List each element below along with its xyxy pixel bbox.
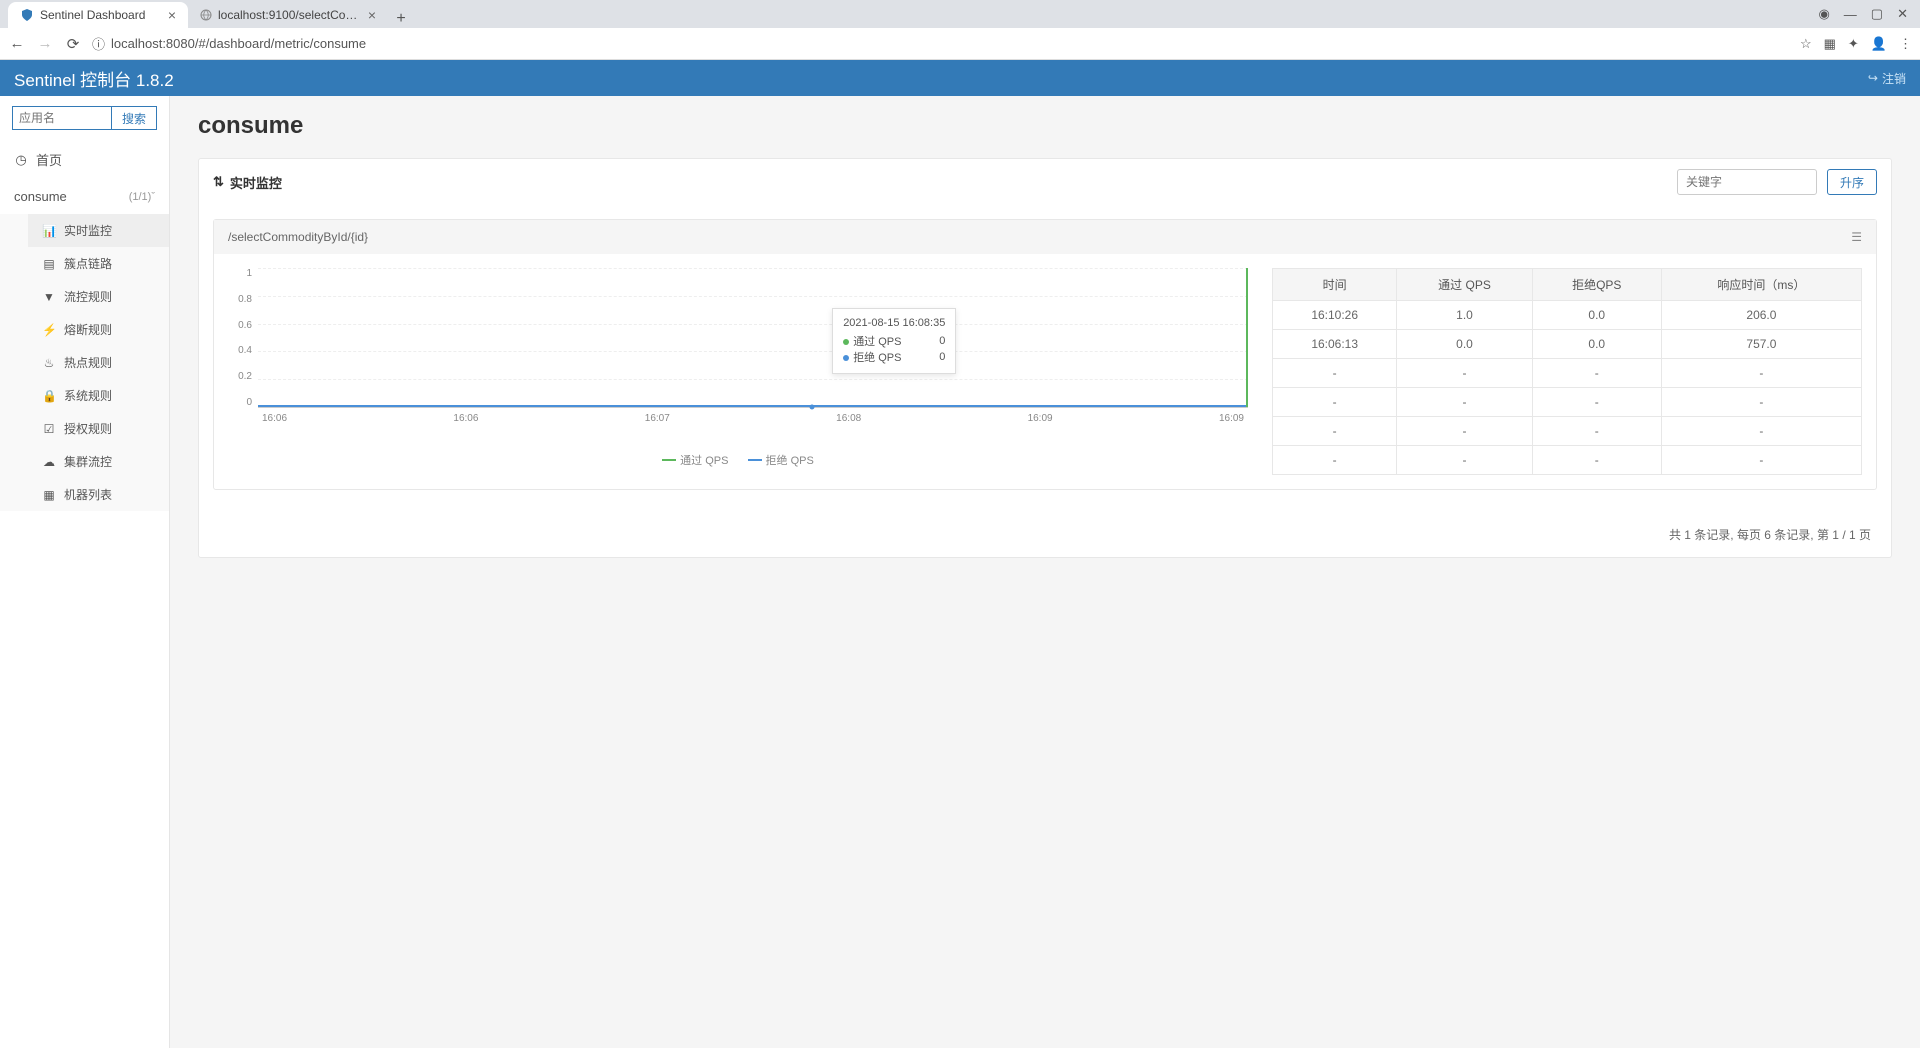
filter-icon: ▼ — [42, 290, 56, 304]
list-icon: ▤ — [42, 257, 56, 271]
check-icon: ☑ — [42, 422, 56, 436]
forward-button[interactable]: → — [36, 35, 54, 52]
sidebar-item-chart[interactable]: 📊实时监控 — [28, 214, 169, 247]
sidebar-item-list[interactable]: ▤簇点链路 — [28, 247, 169, 280]
url-field[interactable]: ⓘ localhost:8080/#/dashboard/metric/cons… — [92, 34, 1790, 53]
keyword-input[interactable] — [1677, 169, 1817, 195]
search-button[interactable]: 搜索 — [112, 106, 157, 130]
logout-icon: ↪ — [1868, 71, 1878, 85]
browser-tab-0[interactable]: Sentinel Dashboard × — [8, 2, 188, 28]
table-row: 16:10:261.00.0206.0 — [1273, 301, 1862, 330]
close-icon[interactable]: × — [368, 7, 376, 23]
block-qps-line — [258, 405, 1248, 407]
extension-icon[interactable]: ▦ — [1824, 36, 1836, 52]
shield-icon — [20, 8, 34, 22]
pagination-info: 共 1 条记录, 每页 6 条记录, 第 1 / 1 页 — [213, 526, 1877, 543]
menu-icon[interactable]: ⋮ — [1899, 36, 1912, 52]
url-text: localhost:8080/#/dashboard/metric/consum… — [111, 36, 366, 51]
browser-tab-1[interactable]: localhost:9100/selectCommod... × — [188, 2, 388, 28]
sidebar-item-cloud[interactable]: ☁集群流控 — [28, 445, 169, 478]
sort-button[interactable]: 升序 — [1827, 169, 1877, 195]
table-header: 拒绝QPS — [1532, 269, 1661, 301]
main-content: consume ⇅ 实时监控 升序 /selectCommodityById/{… — [170, 96, 1920, 1048]
table-header: 时间 — [1273, 269, 1397, 301]
info-icon: ⓘ — [92, 34, 105, 53]
app-search-input[interactable] — [12, 106, 112, 130]
puzzle-icon[interactable]: ✦ — [1848, 36, 1859, 52]
app-header: Sentinel 控制台 1.8.2 ↪ 注销 — [0, 60, 1920, 96]
chart-legend: 通过 QPS 拒绝 QPS — [228, 452, 1248, 468]
tooltip-time: 2021-08-15 16:08:35 — [843, 317, 945, 329]
pass-qps-line — [1246, 268, 1248, 407]
new-tab-button[interactable]: + — [388, 10, 414, 28]
tab-title: localhost:9100/selectCommod... — [218, 8, 362, 22]
data-point — [810, 405, 815, 410]
address-bar: ← → ⟳ ⓘ localhost:8080/#/dashboard/metri… — [0, 28, 1920, 60]
sidebar: 搜索 ◷ 首页 consume (1/1)ˇ 📊实时监控▤簇点链路▼流控规则⚡熔… — [0, 96, 170, 1048]
chevron-down-icon: ˇ — [151, 191, 155, 203]
qps-chart: 10.80.60.40.20 — [228, 268, 1248, 475]
chart-icon: 📊 — [42, 224, 56, 238]
profile-icon[interactable]: 👤 — [1871, 36, 1887, 52]
table-row: ---- — [1273, 359, 1862, 388]
lock-icon: 🔒 — [42, 389, 56, 403]
metric-table: 时间通过 QPS拒绝QPS响应时间（ms） 16:10:261.00.0206.… — [1272, 268, 1862, 475]
sidebar-item-bolt[interactable]: ⚡熔断规则 — [28, 313, 169, 346]
cloud-icon: ☁ — [42, 455, 56, 469]
metric-panel: ⇅ 实时监控 升序 /selectCommodityById/{id} ☰ — [198, 158, 1892, 558]
sidebar-item-server[interactable]: ▦机器列表 — [28, 478, 169, 511]
bolt-icon: ⚡ — [42, 323, 56, 337]
sidebar-item-check[interactable]: ☑授权规则 — [28, 412, 169, 445]
page-title: consume — [198, 112, 1892, 140]
server-icon: ▦ — [42, 488, 56, 502]
hamburger-icon[interactable]: ☰ — [1851, 230, 1862, 244]
resource-name: /selectCommodityById/{id} — [228, 230, 368, 244]
incognito-icon: ◉ — [1818, 6, 1829, 22]
table-row: ---- — [1273, 388, 1862, 417]
app-title: Sentinel 控制台 1.8.2 — [14, 66, 174, 91]
table-row: ---- — [1273, 446, 1862, 475]
sort-icon: ⇅ — [213, 174, 224, 190]
table-header: 通过 QPS — [1397, 269, 1532, 301]
browser-tab-strip: Sentinel Dashboard × localhost:9100/sele… — [0, 0, 1920, 28]
table-row: ---- — [1273, 417, 1862, 446]
table-header: 响应时间（ms） — [1661, 269, 1861, 301]
metric-card: /selectCommodityById/{id} ☰ 10.80.60.40.… — [213, 219, 1877, 490]
close-window-icon[interactable]: ✕ — [1897, 6, 1908, 22]
globe-icon — [200, 8, 212, 22]
star-icon[interactable]: ☆ — [1800, 36, 1812, 52]
tab-title: Sentinel Dashboard — [40, 8, 145, 22]
reload-button[interactable]: ⟳ — [64, 35, 82, 53]
clock-icon: ◷ — [14, 152, 28, 168]
logout-link[interactable]: ↪ 注销 — [1868, 70, 1906, 87]
sidebar-item-filter[interactable]: ▼流控规则 — [28, 280, 169, 313]
back-button[interactable]: ← — [8, 35, 26, 52]
sidebar-home[interactable]: ◷ 首页 — [0, 140, 169, 179]
maximize-icon[interactable]: ▢ — [1871, 6, 1883, 22]
fire-icon: ♨ — [42, 356, 56, 370]
sidebar-item-lock[interactable]: 🔒系统规则 — [28, 379, 169, 412]
minimize-icon[interactable]: — — [1844, 7, 1857, 22]
table-row: 16:06:130.00.0757.0 — [1273, 330, 1862, 359]
close-icon[interactable]: × — [168, 7, 176, 23]
sidebar-app-group[interactable]: consume (1/1)ˇ — [0, 179, 169, 214]
sidebar-item-fire[interactable]: ♨热点规则 — [28, 346, 169, 379]
chart-tooltip: 2021-08-15 16:08:35 通过 QPS0 拒绝 QPS0 — [832, 308, 956, 374]
panel-title: 实时监控 — [230, 173, 282, 192]
